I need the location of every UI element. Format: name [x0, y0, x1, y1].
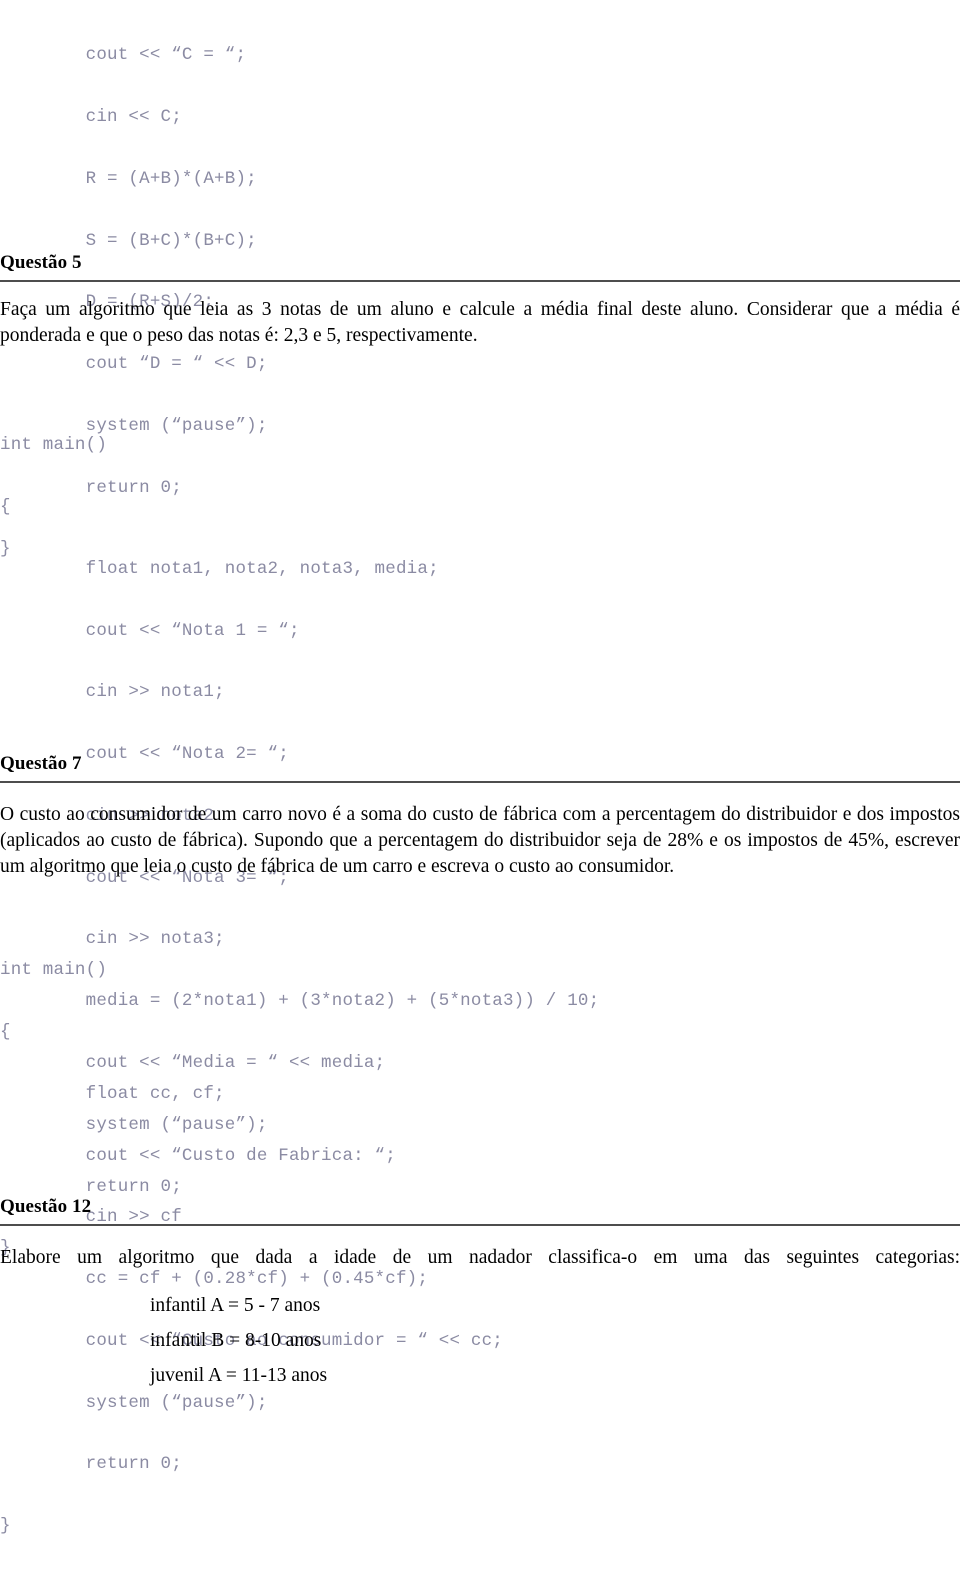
- code-line: cin >> nota1;: [0, 682, 225, 703]
- code-line: cout “D = “ << D;: [0, 354, 268, 375]
- section-questao-5: Questão 5: [0, 252, 960, 282]
- list-item: infantil B = 8-10 anos: [150, 1330, 322, 1351]
- questao-7-body: O custo ao consumidor de um carro novo é…: [0, 804, 960, 877]
- list-item: juvenil A = 11-13 anos: [150, 1365, 328, 1386]
- questao-12-category-list: infantil A = 5 - 7 anos infantil B = 8-1…: [0, 1294, 960, 1387]
- heading-rule: [0, 781, 960, 783]
- code-line: cin << C;: [0, 106, 182, 127]
- section-questao-12: Questão 12: [0, 1196, 960, 1226]
- list-item: infantil A = 5 - 7 anos: [150, 1295, 321, 1316]
- code-line: int main(): [0, 435, 108, 456]
- questao-5-heading: Questão 5: [0, 252, 82, 273]
- heading-rule: [0, 280, 960, 282]
- code-line: }: [0, 1516, 11, 1537]
- code-line: R = (A+B)*(A+B);: [0, 168, 257, 189]
- code-line: cout << “C = “;: [0, 45, 247, 66]
- code-line: return 0;: [0, 1454, 182, 1475]
- code-line: float cc, cf;: [0, 1083, 225, 1104]
- code-line: {: [0, 496, 11, 517]
- questao-12-body: Elabore um algoritmo que dada a idade de…: [0, 1247, 960, 1268]
- code-line: system (“pause”);: [0, 1392, 268, 1413]
- heading-rule: [0, 1224, 960, 1226]
- questao-7-heading: Questão 7: [0, 753, 82, 774]
- code-line: int main(): [0, 960, 108, 981]
- code-line: {: [0, 1021, 11, 1042]
- code-line: cout << “Nota 1 = “;: [0, 620, 300, 641]
- section-questao-7: Questão 7: [0, 753, 960, 783]
- questao-5-body: Faça um algoritmo que leia as 3 notas de…: [0, 299, 960, 346]
- document-page: cout << “C = “; cin << C; R = (A+B)*(A+B…: [0, 0, 960, 1536]
- questao-12-heading: Questão 12: [0, 1196, 92, 1217]
- code-line: cout << “Custo de Fabrica: “;: [0, 1145, 396, 1166]
- code-line: float nota1, nota2, nota3, media;: [0, 558, 439, 579]
- code-line: S = (B+C)*(B+C);: [0, 230, 257, 251]
